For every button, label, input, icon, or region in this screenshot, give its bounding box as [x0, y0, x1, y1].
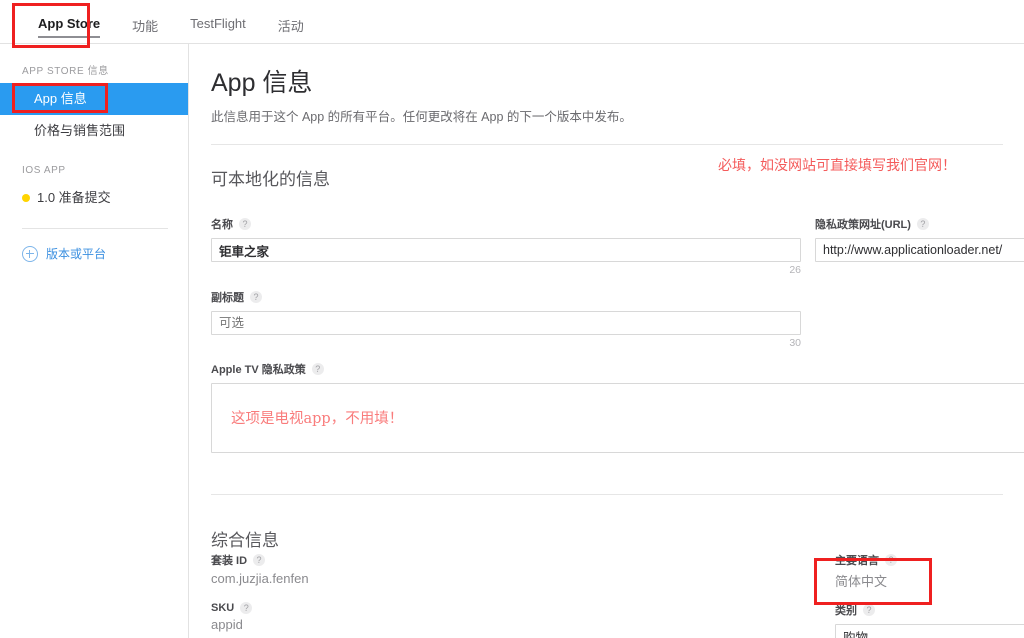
help-icon-name[interactable]: ?	[239, 218, 251, 230]
add-version-or-platform-button[interactable]: 版本或平台	[0, 229, 188, 262]
name-character-counter: 26	[789, 264, 801, 276]
field-sku: SKU ? appid	[211, 602, 253, 632]
field-privacy-url-label: 隐私政策网址(URL) ?	[815, 216, 1024, 232]
help-icon-subtitle[interactable]: ?	[250, 291, 262, 303]
annotation-privacy-url-required: 必填，如没网站可直接填写我们官网！	[718, 158, 956, 174]
sidebar-item-pricing-availability[interactable]: 价格与销售范围	[0, 115, 188, 147]
sku-value: appid	[211, 617, 243, 632]
sidebar: APP STORE 信息 App 信息 价格与销售范围 IOS APP 1.0 …	[0, 44, 189, 638]
page-title: App 信息	[211, 69, 313, 97]
field-category-label: 类别 ?	[835, 602, 1024, 618]
status-dot-icon	[22, 194, 30, 202]
sidebar-group-ios-app: IOS APP	[22, 165, 66, 176]
sidebar-version-label: 1.0 准备提交	[37, 190, 111, 205]
field-name-label: 名称 ?	[211, 216, 801, 232]
general-section-divider	[211, 494, 1003, 495]
field-subtitle-label: 副标题 ?	[211, 289, 801, 305]
field-bundle-id-label: 套装 ID ?	[211, 552, 309, 568]
section-title-general: 综合信息	[211, 531, 279, 550]
page-subtitle: 此信息用于这个 App 的所有平台。任何更改将在 App 的下一个版本中发布。	[211, 110, 632, 124]
field-sku-label: SKU ?	[211, 602, 253, 614]
main-content: App 信息 此信息用于这个 App 的所有平台。任何更改将在 App 的下一个…	[190, 44, 1024, 638]
plus-circle-icon	[22, 245, 38, 262]
field-category: 类别 ?	[835, 602, 1024, 638]
field-privacy-url: 隐私政策网址(URL) ?	[815, 216, 1024, 262]
field-appletv-privacy-label: Apple TV 隐私政策 ?	[211, 361, 1024, 377]
sidebar-group-app-store-info: APP STORE 信息	[22, 66, 109, 77]
help-icon-bundle-id[interactable]: ?	[253, 554, 266, 566]
subtitle-character-counter: 30	[789, 337, 801, 349]
help-icon-appletv-privacy[interactable]: ?	[311, 363, 324, 375]
tab-list: App Store 功能 TestFlight 活动	[0, 0, 1024, 44]
name-input[interactable]	[211, 238, 801, 262]
field-primary-language-label: 主要语言 ?	[835, 552, 897, 568]
field-name: 名称 ? 26	[211, 216, 801, 276]
field-bundle-id: 套装 ID ? com.juzjia.fenfen	[211, 552, 309, 586]
primary-language-value: 简体中文	[835, 574, 888, 589]
sidebar-item-app-info[interactable]: App 信息	[0, 83, 188, 115]
field-appletv-privacy: Apple TV 隐私政策 ? 这项是电视app，不用填！	[211, 361, 1024, 458]
help-icon-category[interactable]: ?	[863, 604, 875, 616]
help-icon-sku[interactable]: ?	[240, 602, 253, 614]
field-primary-language: 主要语言 ? 简体中文	[835, 552, 897, 590]
field-subtitle: 副标题 ? 30	[211, 289, 801, 349]
tab-testflight[interactable]: TestFlight	[174, 0, 262, 44]
privacy-url-input[interactable]	[815, 238, 1024, 262]
help-icon-primary-language[interactable]: ?	[885, 554, 897, 566]
tab-app-store[interactable]: App Store	[22, 0, 116, 44]
help-icon-privacy-url[interactable]: ?	[916, 218, 929, 230]
subtitle-input[interactable]	[211, 311, 801, 335]
bundle-id-value: com.juzjia.fenfen	[211, 571, 309, 586]
sidebar-item-version-1-0[interactable]: 1.0 准备提交	[0, 182, 188, 214]
category-primary-input[interactable]	[835, 624, 1024, 638]
top-navigation-bar: App Store 功能 TestFlight 活动	[0, 0, 1024, 44]
tab-activity[interactable]: 活动	[262, 0, 320, 44]
annotation-appletv-not-required: 这项是电视app，不用填！	[231, 411, 404, 427]
add-version-or-platform-label: 版本或平台	[46, 247, 107, 261]
tab-features[interactable]: 功能	[116, 0, 174, 44]
